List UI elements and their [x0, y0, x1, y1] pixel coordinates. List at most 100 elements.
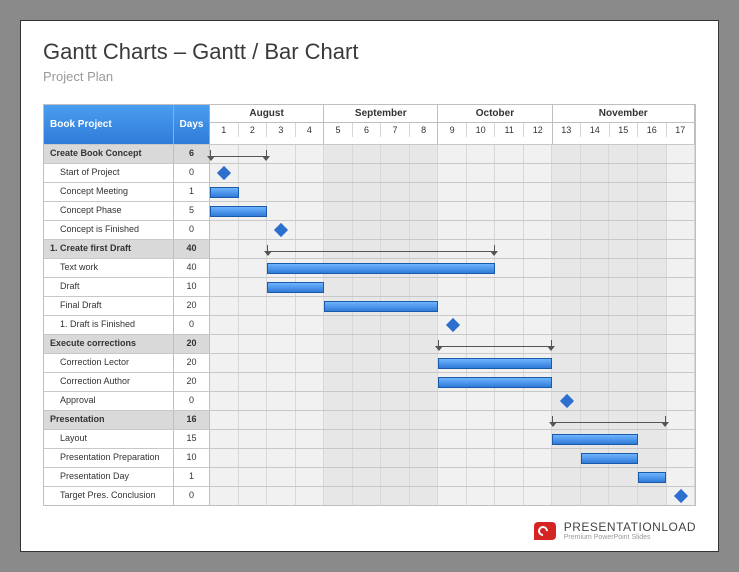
gantt-task-row: Final Draft20 — [44, 296, 695, 315]
week-label: 14 — [581, 123, 610, 137]
brand-logo-icon — [534, 522, 556, 540]
days-column-header: Days — [174, 105, 210, 144]
gantt-group-row: Execute corrections20 — [44, 334, 695, 353]
gantt-bar — [581, 453, 638, 464]
task-days: 10 — [174, 449, 210, 467]
week-label: 15 — [610, 123, 639, 137]
task-days: 20 — [174, 373, 210, 391]
gantt-task-row: Start of Project0 — [44, 163, 695, 182]
summary-bracket — [552, 416, 666, 423]
task-name: Draft — [44, 278, 174, 296]
task-name: 1. Create first Draft — [44, 240, 174, 258]
gantt-task-row: Approval0 — [44, 391, 695, 410]
gantt-grid-row — [210, 164, 695, 182]
month-header-row: August1234September5678October9101112Nov… — [210, 105, 695, 144]
task-days: 1 — [174, 183, 210, 201]
month-header: November 1314151617 — [553, 105, 695, 144]
task-name: Correction Lector — [44, 354, 174, 372]
task-name: Concept Phase — [44, 202, 174, 220]
month-header: October9101112 — [438, 105, 552, 144]
gantt-grid-row — [210, 145, 695, 163]
gantt-task-row: Presentation Preparation10 — [44, 448, 695, 467]
week-label: 17 — [667, 123, 695, 137]
gantt-grid-row — [210, 354, 695, 372]
gantt-grid-row — [210, 278, 695, 296]
gantt-bar — [324, 301, 438, 312]
gantt-task-row: Concept Meeting1 — [44, 182, 695, 201]
gantt-group-row: Presentation16 — [44, 410, 695, 429]
gantt-grid-row — [210, 392, 695, 410]
gantt-task-row: Presentation Day1 — [44, 467, 695, 486]
task-name: Presentation — [44, 411, 174, 429]
task-name: Approval — [44, 392, 174, 410]
gantt-grid-row — [210, 221, 695, 239]
gantt-bar — [552, 434, 638, 445]
task-days: 0 — [174, 392, 210, 410]
gantt-task-row: Concept Phase5 — [44, 201, 695, 220]
task-days: 20 — [174, 335, 210, 353]
task-name: Layout — [44, 430, 174, 448]
week-label: 7 — [381, 123, 410, 137]
gantt-bar — [210, 206, 267, 217]
task-days: 0 — [174, 487, 210, 505]
gantt-grid-row — [210, 411, 695, 429]
task-days: 6 — [174, 145, 210, 163]
gantt-chart: Book Project Days August1234September567… — [43, 104, 696, 506]
gantt-group-row: Create Book Concept6 — [44, 144, 695, 163]
task-days: 10 — [174, 278, 210, 296]
week-label: 11 — [495, 123, 524, 137]
brand-tagline: Premium PowerPoint Slides — [564, 534, 696, 541]
month-label: August — [210, 108, 323, 119]
task-name: Create Book Concept — [44, 145, 174, 163]
gantt-grid-row — [210, 449, 695, 467]
task-days: 20 — [174, 354, 210, 372]
task-days: 40 — [174, 240, 210, 258]
task-days: 20 — [174, 297, 210, 315]
task-name: Text work — [44, 259, 174, 277]
task-days: 0 — [174, 164, 210, 182]
task-name: Concept is Finished — [44, 221, 174, 239]
task-name: 1. Draft is Finished — [44, 316, 174, 334]
week-label: 3 — [267, 123, 296, 137]
gantt-bar — [438, 377, 552, 388]
gantt-grid-row — [210, 487, 695, 505]
gantt-task-row: Correction Lector20 — [44, 353, 695, 372]
gantt-bar — [267, 263, 495, 274]
month-header: September5678 — [324, 105, 438, 144]
gantt-grid-row — [210, 335, 695, 353]
task-days: 1 — [174, 468, 210, 486]
gantt-bar — [638, 472, 667, 483]
gantt-task-row: Target Pres. Conclusion0 — [44, 486, 695, 505]
gantt-task-row: 1. Draft is Finished0 — [44, 315, 695, 334]
gantt-bar — [438, 358, 552, 369]
week-label: 8 — [410, 123, 438, 137]
slide-subtitle: Project Plan — [43, 69, 696, 84]
month-label: September — [324, 108, 437, 119]
summary-bracket — [438, 340, 552, 347]
task-days: 5 — [174, 202, 210, 220]
gantt-grid-row — [210, 373, 695, 391]
gantt-task-row: Correction Author20 — [44, 372, 695, 391]
task-name: Execute corrections — [44, 335, 174, 353]
task-name: Presentation Day — [44, 468, 174, 486]
task-name: Target Pres. Conclusion — [44, 487, 174, 505]
gantt-task-row: Concept is Finished0 — [44, 220, 695, 239]
week-label: 13 — [553, 123, 582, 137]
task-days: 0 — [174, 316, 210, 334]
task-days: 16 — [174, 411, 210, 429]
gantt-grid-row — [210, 297, 695, 315]
gantt-bar — [267, 282, 324, 293]
week-label: 1 — [210, 123, 239, 137]
task-days: 15 — [174, 430, 210, 448]
task-name: Presentation Preparation — [44, 449, 174, 467]
gantt-task-row: Draft10 — [44, 277, 695, 296]
week-label: 16 — [638, 123, 667, 137]
month-label: November — [553, 108, 694, 119]
week-label: 2 — [239, 123, 268, 137]
footer-brand: PRESENTATIONLOAD Premium PowerPoint Slid… — [534, 520, 696, 541]
week-label: 10 — [467, 123, 496, 137]
task-days: 0 — [174, 221, 210, 239]
week-label: 5 — [324, 123, 353, 137]
gantt-grid-row — [210, 183, 695, 201]
gantt-body: Create Book Concept6Start of Project0Con… — [44, 144, 695, 505]
